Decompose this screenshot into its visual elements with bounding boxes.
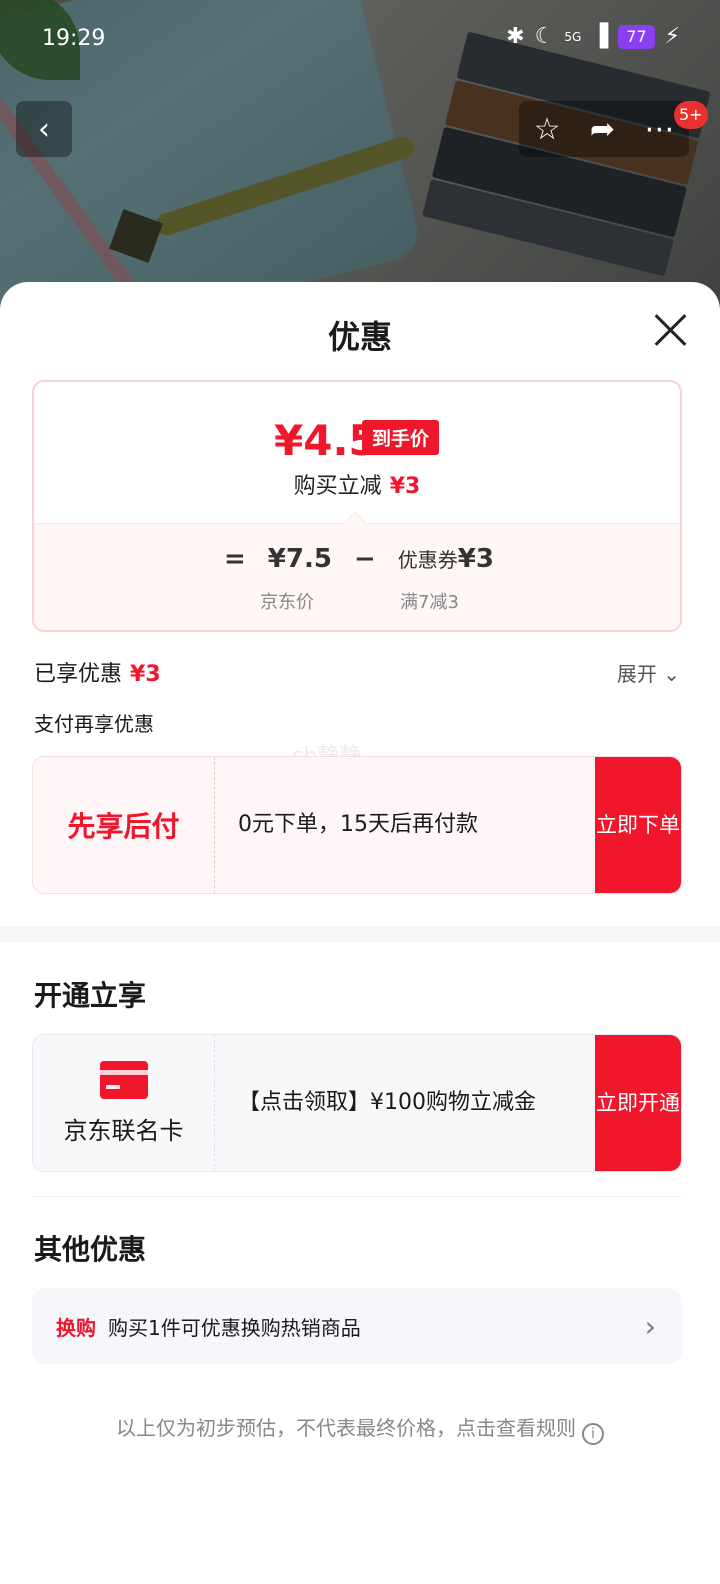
more-icon[interactable]: ⋯ [644, 112, 674, 147]
price-summary: ¥4.5 到手价 购买立减 ¥3 [34, 382, 680, 523]
other-section-title: 其他优惠 [34, 1233, 147, 1266]
back-button[interactable]: ‹ [16, 101, 72, 157]
status-bar: 19:29 ✱ ☾ 5G ▐ 77 ⚡ [0, 22, 720, 58]
info-icon[interactable]: i [582, 1423, 604, 1445]
coupon-label: 优惠券 [397, 548, 458, 572]
price-formula: = ¥7.5 − 优惠券¥3 京东价 满7减3 [34, 523, 680, 630]
expand-label: 展开 [616, 662, 657, 686]
open-section-title: 开通立享 [34, 979, 147, 1012]
top-right-actions: ☆ ➦ ⋯ [519, 101, 689, 157]
chevron-down-icon: ⌄ [663, 662, 680, 686]
close-icon[interactable] [652, 312, 688, 348]
chevron-right-icon: › [644, 1310, 656, 1343]
exchange-desc: 购买1件可优惠换购热销商品 [108, 1315, 361, 1340]
notification-badge: 5+ [674, 101, 708, 129]
equals-sign: = [224, 544, 246, 574]
thin-divider [32, 1196, 682, 1197]
star-icon[interactable]: ☆ [534, 112, 561, 147]
jd-price-label: 京东价 [260, 592, 314, 613]
signal-bars-icon: ▐ [591, 24, 609, 49]
expand-button[interactable]: 展开 ⌄ [617, 658, 680, 687]
footnote-text: 以上仅为初步预估，不代表最终价格，点击查看规则 [116, 1416, 576, 1440]
coupon-amount: ¥3 [457, 544, 494, 574]
instant-reduction: 购买立减 ¥3 [34, 468, 680, 500]
pay-more-label: 支付再享优惠 [34, 712, 154, 736]
chevron-left-icon: ‹ [38, 111, 50, 147]
section-divider [0, 926, 720, 942]
bnpl-left: 先享后付 [33, 757, 215, 893]
status-icons: ✱ ☾ 5G ▐ 77 ⚡ [506, 24, 680, 49]
jd-price: ¥7.5 [267, 544, 332, 574]
share-icon[interactable]: ➦ [590, 112, 615, 147]
enjoyed-discount: 已享优惠 ¥3 [34, 656, 161, 688]
final-price-tag: 到手价 [362, 420, 440, 455]
bnpl-desc: 0元下单，15天后再付款 [238, 812, 478, 837]
exchange-offer-row[interactable]: 换购 购买1件可优惠换购热销商品 › [32, 1288, 682, 1364]
credit-card-icon [99, 1060, 148, 1099]
bluetooth-icon: ✱ [506, 24, 525, 49]
price-breakdown-card: ¥4.5 到手价 购买立减 ¥3 = ¥7.5 − 优惠券¥3 京东价 满7减3 [32, 380, 682, 632]
card-offer-left: 京东联名卡 [33, 1035, 215, 1171]
status-time: 19:29 [42, 26, 106, 51]
moon-icon: ☾ [534, 24, 555, 49]
minus-sign: − [353, 544, 376, 574]
reduce-amount: ¥3 [389, 474, 421, 499]
network-label: 5G [564, 29, 582, 44]
discount-sheet: 优惠 ¥4.5 到手价 购买立减 ¥3 = ¥7.5 − 优惠券¥3 京东价 满7… [0, 282, 720, 1584]
card-offer[interactable]: 京东联名卡 【点击领取】¥100购物立减金 立即开通 [32, 1034, 682, 1172]
card-name: 京东联名卡 [63, 1116, 184, 1145]
sheet-title: 优惠 [327, 318, 392, 356]
formula-line: = ¥7.5 − 优惠券¥3 [224, 544, 494, 574]
lightning-icon: ⚡ [664, 24, 680, 49]
coupon-rule: 满7减3 [400, 592, 459, 613]
bnpl-order-button[interactable]: 立即下单 [595, 757, 681, 893]
enjoyed-label: 已享优惠 [34, 662, 123, 687]
reduce-label: 购买立减 [293, 474, 382, 499]
enjoyed-amount: ¥3 [130, 662, 161, 687]
exchange-tag: 换购 [56, 1315, 96, 1340]
bnpl-title: 先享后付 [67, 810, 180, 843]
rules-footnote[interactable]: 以上仅为初步预估，不代表最终价格，点击查看规则 i [0, 1412, 720, 1445]
battery-level: 77 [618, 24, 655, 49]
bnpl-offer[interactable]: 先享后付 0元下单，15天后再付款 立即下单 [32, 756, 682, 894]
card-open-button[interactable]: 立即开通 [595, 1035, 681, 1171]
card-offer-desc: 【点击领取】¥100购物立减金 [238, 1090, 536, 1115]
